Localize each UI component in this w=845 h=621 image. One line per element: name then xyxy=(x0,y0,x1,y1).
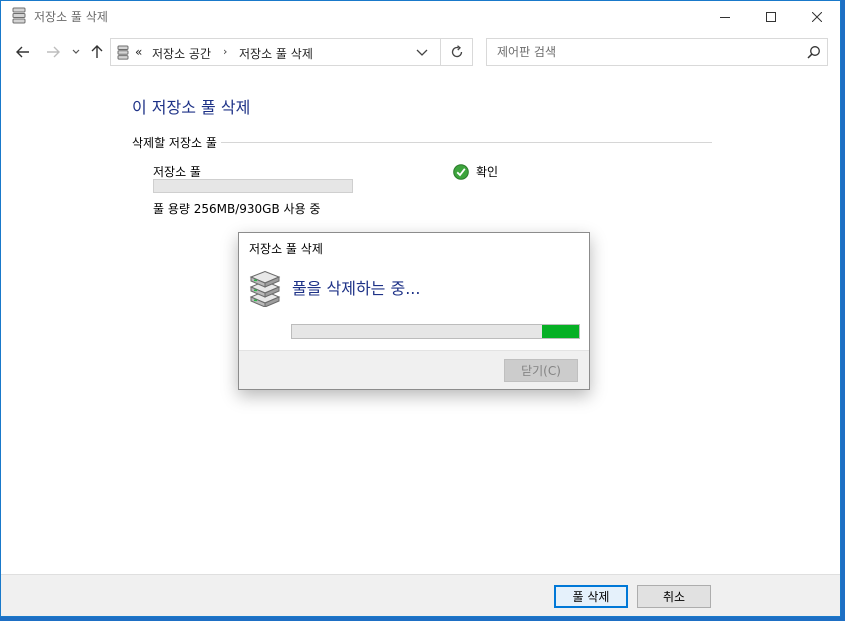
main-window: 저장소 풀 삭제 « 저장소 공간 › 저장소 풀 삭제 제어판 검색 이 저장… xyxy=(0,0,841,617)
dialog-close-button[interactable]: 닫기(C) xyxy=(504,359,578,382)
window-title: 저장소 풀 삭제 xyxy=(34,10,108,24)
minimize-button[interactable] xyxy=(702,1,748,32)
forward-button[interactable] xyxy=(44,42,62,62)
search-input[interactable] xyxy=(486,38,828,66)
cancel-button[interactable]: 취소 xyxy=(637,585,711,608)
arrow-left-icon xyxy=(16,46,29,58)
status-ok-icon xyxy=(453,164,469,180)
refresh-button[interactable] xyxy=(441,38,473,66)
storage-pool-icon xyxy=(248,270,282,308)
address-bar[interactable]: « 저장소 공간 › 저장소 풀 삭제 xyxy=(110,38,441,66)
dialog-title: 저장소 풀 삭제 xyxy=(249,242,323,256)
storage-spaces-icon xyxy=(117,45,129,60)
group-label: 삭제할 저장소 풀 xyxy=(132,134,221,151)
command-bar: 풀 삭제 취소 xyxy=(1,574,840,616)
breadcrumb-delete-pool[interactable]: 저장소 풀 삭제 xyxy=(239,45,313,62)
dialog-footer: 닫기(C) xyxy=(239,350,589,389)
storage-spaces-icon xyxy=(12,7,26,25)
delete-pool-button[interactable]: 풀 삭제 xyxy=(554,585,628,608)
navigation-bar: « 저장소 공간 › 저장소 풀 삭제 xyxy=(1,32,840,72)
maximize-icon xyxy=(766,11,776,22)
close-icon xyxy=(812,11,822,22)
pool-capacity-bar xyxy=(153,179,353,193)
breadcrumb-separator-icon[interactable]: › xyxy=(223,45,227,58)
address-dropdown-button[interactable] xyxy=(416,47,430,59)
pool-name: 저장소 풀 xyxy=(153,165,201,179)
pool-usage: 풀 용량 256MB/930GB 사용 중 xyxy=(153,202,321,216)
maximize-button[interactable] xyxy=(748,1,794,32)
recent-locations-button[interactable] xyxy=(69,42,83,62)
close-button[interactable] xyxy=(794,1,840,32)
search-icon[interactable] xyxy=(807,45,821,59)
arrow-up-icon xyxy=(91,45,103,58)
page-title: 이 저장소 풀 삭제 xyxy=(132,98,251,117)
status-text: 확인 xyxy=(476,165,499,179)
back-button[interactable] xyxy=(14,42,32,62)
up-button[interactable] xyxy=(88,42,106,62)
breadcrumb-storage-spaces[interactable]: 저장소 공간 xyxy=(152,45,211,62)
refresh-icon xyxy=(451,45,462,58)
delete-progress-bar xyxy=(291,324,580,339)
title-bar[interactable]: 저장소 풀 삭제 xyxy=(1,1,840,32)
minimize-icon xyxy=(720,16,730,18)
delete-progress-dialog: 저장소 풀 삭제 풀을 삭제하는 중... 닫기(C) xyxy=(238,232,590,390)
breadcrumb-overflow[interactable]: « xyxy=(135,45,142,59)
chevron-down-icon xyxy=(416,49,428,56)
arrow-right-icon xyxy=(47,46,60,58)
progress-fill xyxy=(541,325,579,338)
dialog-message: 풀을 삭제하는 중... xyxy=(292,279,421,298)
chevron-down-icon xyxy=(72,49,80,54)
